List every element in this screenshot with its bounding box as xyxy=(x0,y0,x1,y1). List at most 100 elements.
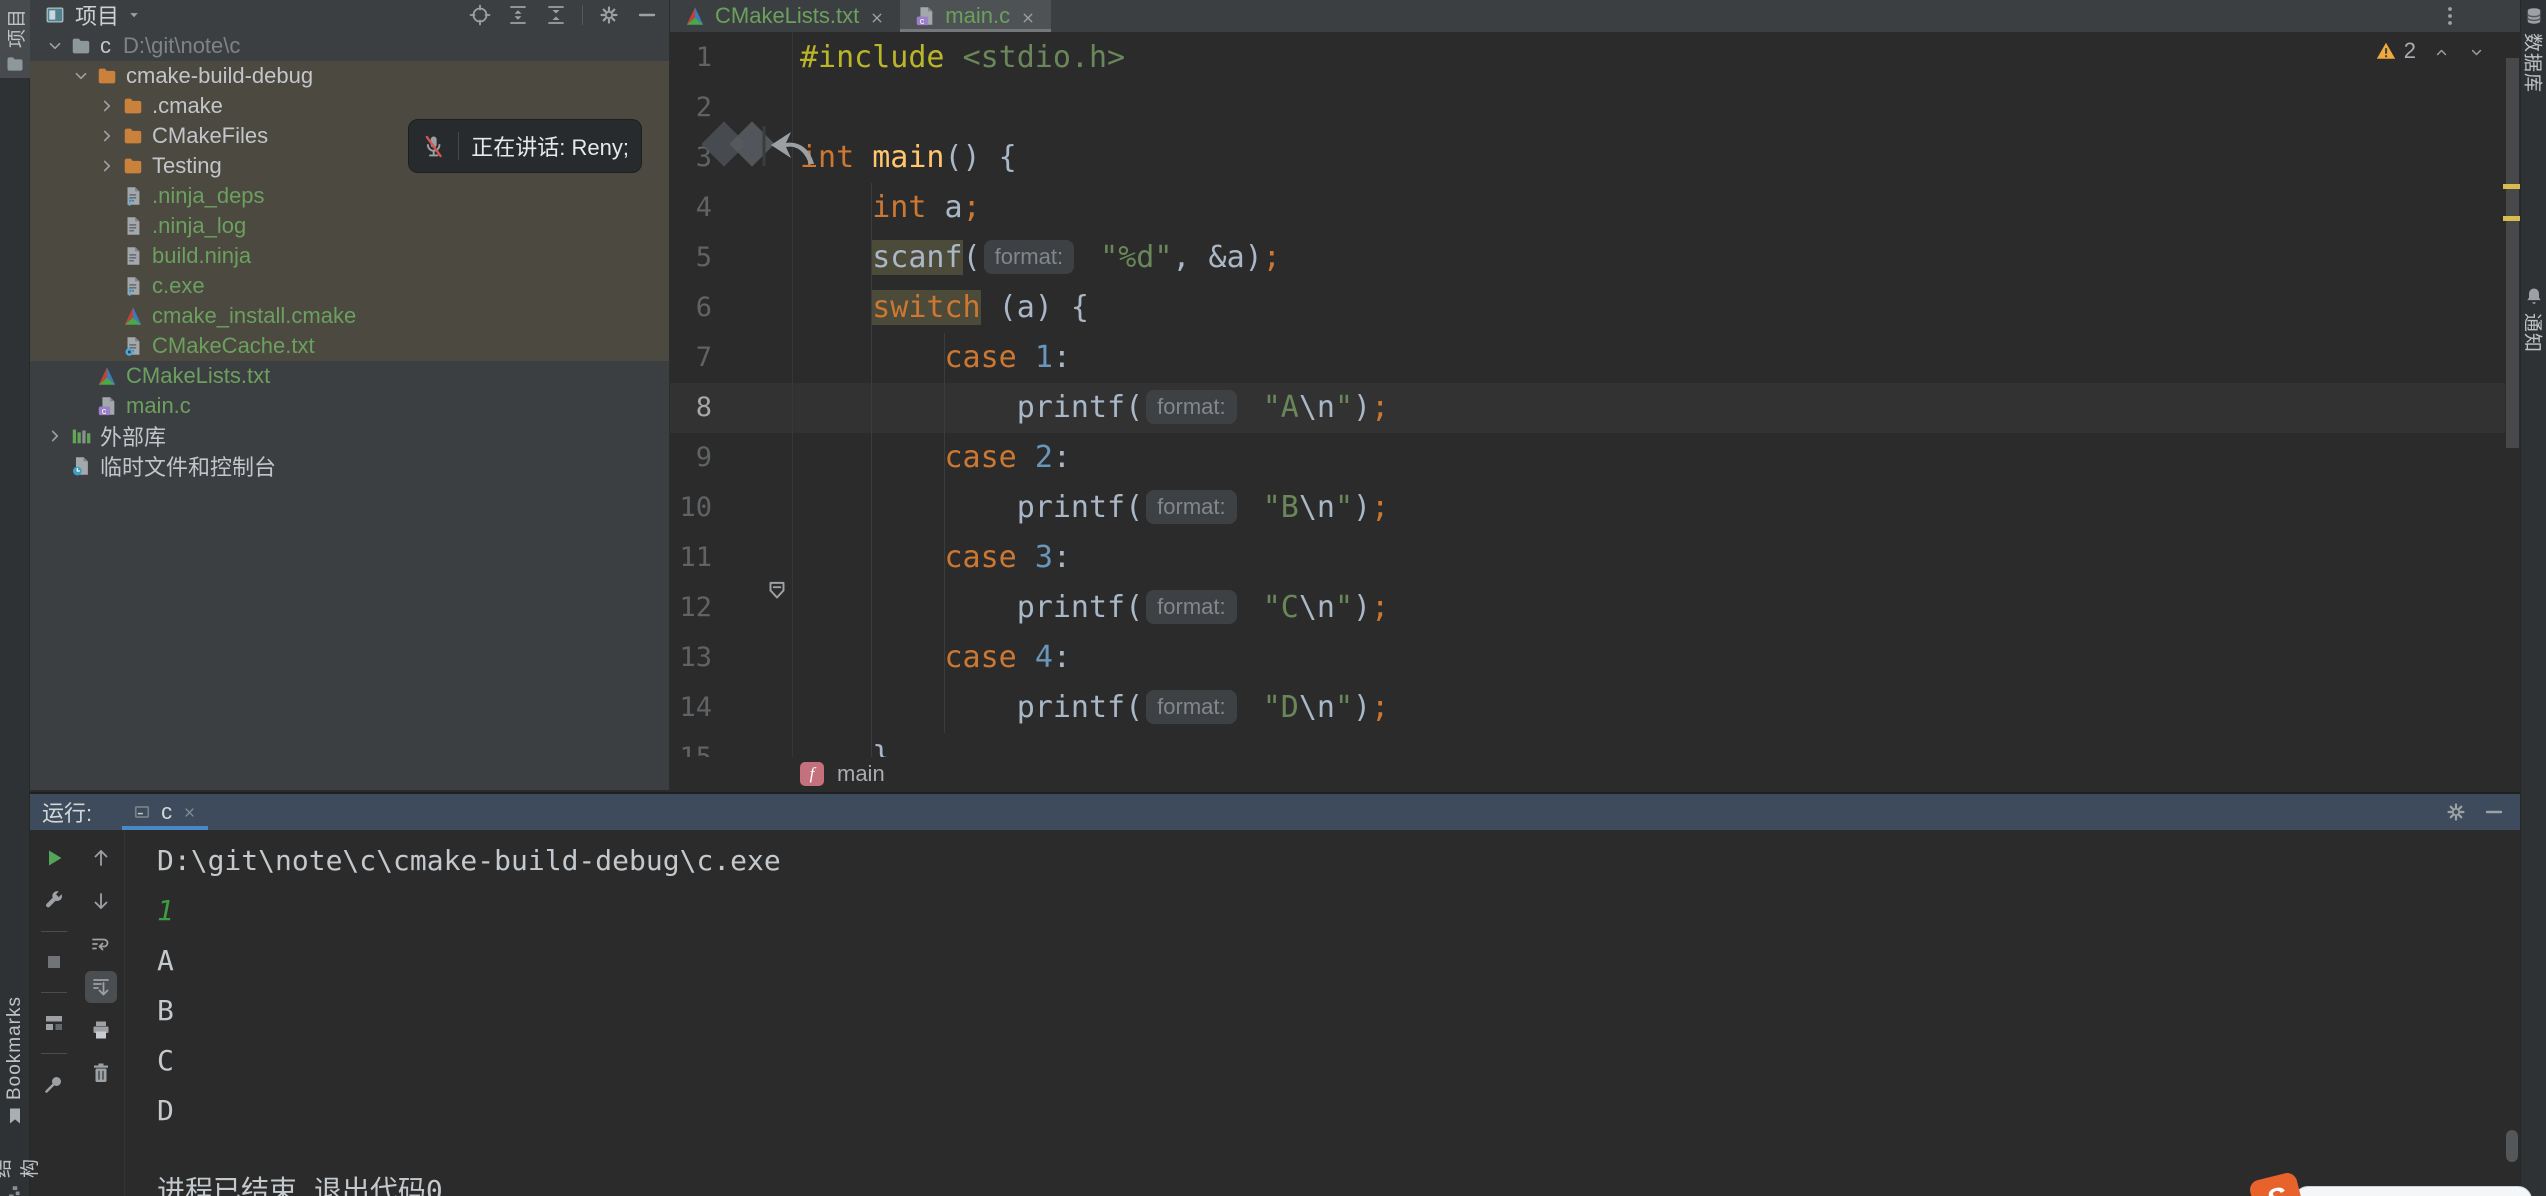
expand-all-icon[interactable] xyxy=(506,3,530,27)
wrench-icon[interactable] xyxy=(38,885,70,917)
collapse-all-icon[interactable] xyxy=(544,3,568,27)
code-line-14[interactable]: 14 printf(format: "D\n"); xyxy=(670,683,2505,733)
tree-item-label: .ninja_deps xyxy=(152,183,265,209)
line-number[interactable]: 4 xyxy=(670,183,712,233)
console-scrollbar-thumb[interactable] xyxy=(2506,1130,2518,1162)
pin-icon[interactable] xyxy=(38,1068,70,1100)
gear-icon[interactable] xyxy=(597,3,621,27)
stop-icon[interactable] xyxy=(38,946,70,978)
tab-label: CMakeLists.txt xyxy=(715,3,859,29)
tree-item-CMakeLists.txt[interactable]: CMakeLists.txt xyxy=(30,361,669,391)
line-number[interactable]: 8 xyxy=(670,383,712,433)
chevron-right-icon[interactable] xyxy=(96,95,118,117)
line-number[interactable]: 9 xyxy=(670,433,712,483)
run-settings-gear-icon[interactable] xyxy=(2444,800,2468,824)
code-line-5[interactable]: 5 scanf(format: "%d", &a); xyxy=(670,233,2505,283)
toolwindow-button-notifications[interactable]: 通知 xyxy=(2521,286,2546,353)
tree-item-外部库[interactable]: 外部库 xyxy=(30,421,669,451)
code-line-6[interactable]: 6 switch (a) { xyxy=(670,283,2505,333)
tab-options-kebab-icon[interactable] xyxy=(2438,4,2462,28)
code-text: case 4: xyxy=(800,633,1071,683)
toolwindow-button-structure[interactable]: 结构 xyxy=(0,1142,30,1196)
rerun-icon[interactable] xyxy=(38,842,70,874)
softwrap-icon[interactable] xyxy=(85,928,117,960)
line-number[interactable]: 6 xyxy=(670,283,712,333)
close-icon[interactable] xyxy=(181,804,198,821)
line-number[interactable]: 5 xyxy=(670,233,712,283)
code-line-4[interactable]: 4 int a; xyxy=(670,183,2505,233)
hide-panel-icon[interactable] xyxy=(2482,800,2506,824)
code-line-1[interactable]: 1#include <stdio.h> xyxy=(670,33,2505,83)
line-number[interactable]: 11 xyxy=(670,533,712,583)
chevron-right-icon[interactable] xyxy=(96,155,118,177)
scroll-end-icon[interactable] xyxy=(85,971,117,1003)
muted-mic-icon[interactable] xyxy=(421,133,446,160)
arrow-up-icon[interactable] xyxy=(85,842,117,874)
line-number[interactable]: 1 xyxy=(670,33,712,83)
line-number[interactable]: 14 xyxy=(670,683,712,733)
console-output[interactable]: D:\git\note\c\cmake-build-debug\c.exe1AB… xyxy=(124,830,2520,1196)
code-line-10[interactable]: 10 printf(format: "B\n"); xyxy=(670,483,2505,533)
run-tab-c[interactable]: c xyxy=(122,794,208,830)
trash-icon[interactable] xyxy=(85,1057,117,1089)
code-line-2[interactable]: 2 xyxy=(670,83,2505,133)
tree-item-label: CMakeLists.txt xyxy=(126,363,270,389)
code-text: printf(format: "C\n"); xyxy=(800,583,1389,633)
code-line-9[interactable]: 9 case 2: xyxy=(670,433,2505,483)
close-icon[interactable] xyxy=(1019,7,1037,25)
tree-item-cmake_install.cmake[interactable]: cmake_install.cmake xyxy=(30,301,669,331)
code-line-3[interactable]: 3int main() { xyxy=(670,133,2505,183)
code-text: printf(format: "B\n"); xyxy=(800,483,1389,533)
editor-tab-CMakeLists.txt[interactable]: CMakeLists.txt xyxy=(670,0,900,32)
tree-item-cmake-build-debug[interactable]: cmake-build-debug xyxy=(30,61,669,91)
sogou-ime-toolbar[interactable] xyxy=(2294,1186,2532,1196)
project-panel-title[interactable]: 项目 xyxy=(75,0,119,31)
tree-item-label: CMakeCache.txt xyxy=(152,333,315,359)
tree-item-.cmake[interactable]: .cmake xyxy=(30,91,669,121)
previous-problem-icon[interactable] xyxy=(2432,42,2451,61)
tree-item-.ninja_log[interactable]: .ninja_log xyxy=(30,211,669,241)
toolwindow-button-project[interactable]: 项目 xyxy=(0,0,30,78)
line-number[interactable]: 13 xyxy=(670,633,712,683)
tree-item-build.ninja[interactable]: build.ninja xyxy=(30,241,669,271)
breadcrumb-function-name[interactable]: main xyxy=(837,761,885,787)
tree-item-临时文件和控制台[interactable]: 临时文件和控制台 xyxy=(30,451,669,481)
line-number[interactable]: 10 xyxy=(670,483,712,533)
code-line-13[interactable]: 13 case 4: xyxy=(670,633,2505,683)
library-icon xyxy=(70,425,92,447)
locate-icon[interactable] xyxy=(468,3,492,27)
code-line-11[interactable]: 11 case 3: xyxy=(670,533,2505,583)
next-problem-icon[interactable] xyxy=(2467,42,2486,61)
code-line-7[interactable]: 7 case 1: xyxy=(670,333,2505,383)
chevron-right-icon[interactable] xyxy=(96,125,118,147)
run-toolbar xyxy=(30,830,78,1196)
toolwindow-button-bookmarks[interactable]: Bookmarks xyxy=(0,988,30,1124)
tree-item-c.exe[interactable]: ?c.exe xyxy=(30,271,669,301)
tree-item-CMakeCache.txt[interactable]: CMakeCache.txt xyxy=(30,331,669,361)
inspections-widget[interactable]: 2 xyxy=(2375,38,2486,64)
editor-tab-main.c[interactable]: cmain.c xyxy=(900,0,1051,32)
chevron-down-icon[interactable] xyxy=(125,6,143,24)
hide-icon[interactable] xyxy=(635,3,659,27)
toolwindow-button-database[interactable]: 数据库 xyxy=(2521,6,2546,93)
editor-area[interactable]: 1#include <stdio.h>23int main() {4 int a… xyxy=(670,0,2520,790)
overlay-extra-icons[interactable] xyxy=(698,116,820,183)
chevron-right-icon[interactable] xyxy=(44,425,66,447)
scrollbar-thumb[interactable] xyxy=(2506,58,2519,448)
code-line-12[interactable]: 12 printf(format: "C\n"); xyxy=(670,583,2505,633)
print-icon[interactable] xyxy=(85,1014,117,1046)
chevron-down-icon[interactable] xyxy=(44,35,66,57)
line-number[interactable]: 7 xyxy=(670,333,712,383)
editor-scrollbar[interactable] xyxy=(2505,32,2520,790)
line-number[interactable]: 12 xyxy=(670,583,712,633)
tree-item-.ninja_deps[interactable]: ?.ninja_deps xyxy=(30,181,669,211)
svg-text:c: c xyxy=(102,406,107,416)
parameter-hint-inlay: format: xyxy=(1146,690,1236,724)
tree-item-main.c[interactable]: cmain.c xyxy=(30,391,669,421)
close-icon[interactable] xyxy=(868,7,886,25)
chevron-down-icon[interactable] xyxy=(70,65,92,87)
code-line-8[interactable]: 8 printf(format: "A\n"); xyxy=(670,383,2505,433)
layout-icon[interactable] xyxy=(38,1007,70,1039)
arrow-down-icon[interactable] xyxy=(85,885,117,917)
tree-item-c[interactable]: cD:\git\note\c xyxy=(30,31,669,61)
